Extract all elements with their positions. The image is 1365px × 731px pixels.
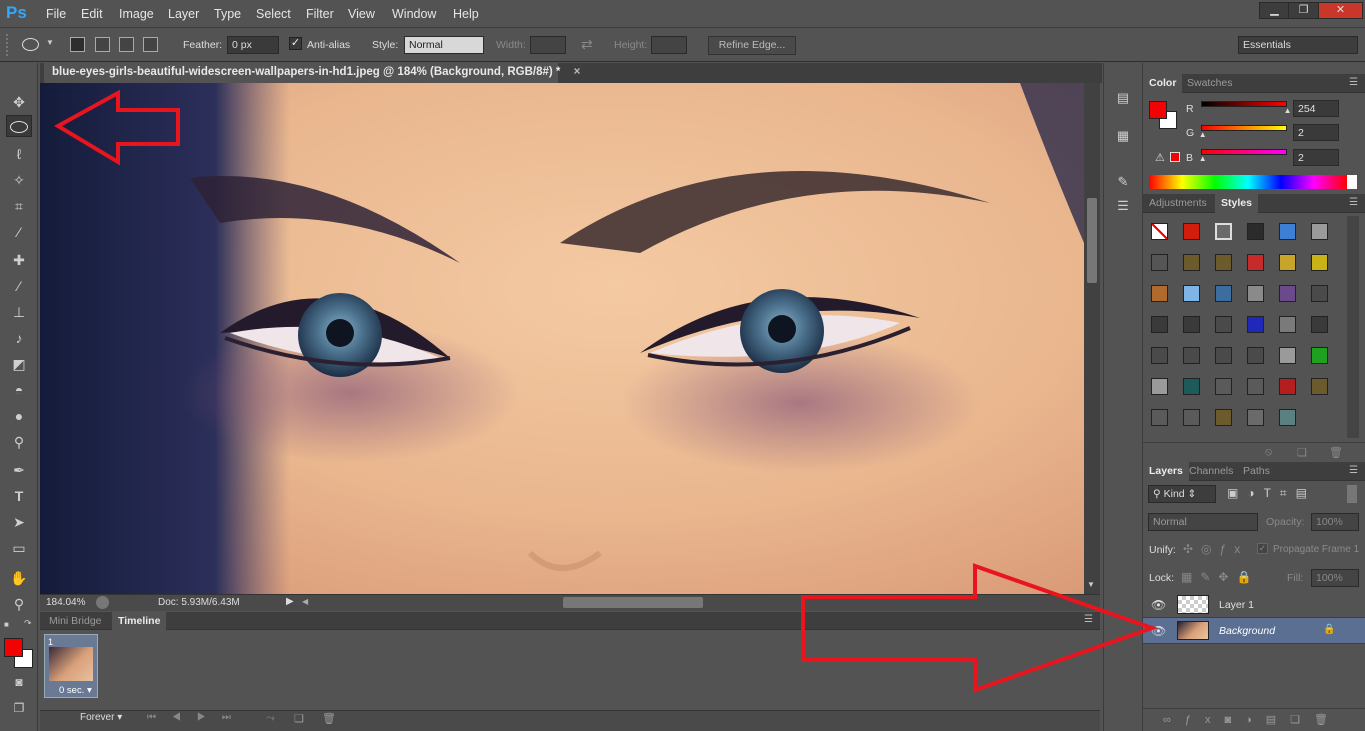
- annotation-arrow-right: [801, 563, 1159, 693]
- annotation-overlay: [53, 89, 1159, 693]
- annotation-arrow-left: [53, 89, 180, 166]
